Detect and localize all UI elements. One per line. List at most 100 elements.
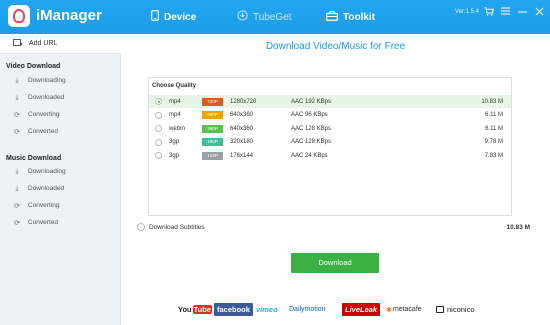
sidebar-item-label: Converting	[28, 202, 60, 209]
sidebar-item-label: Downloading	[28, 77, 66, 84]
download-subtitles-option[interactable]: Download Subtitles	[137, 223, 205, 231]
convert-icon: ⟳	[14, 202, 20, 210]
title-bar: iManager Device TubeGet Toolkit Ver:1.5.…	[0, 0, 550, 34]
quality-resolution: 320x180	[230, 139, 254, 145]
video-download-heading: Video Download	[6, 63, 61, 70]
sidebar-item-label: Downloaded	[28, 185, 65, 192]
niconico-tv-icon	[436, 306, 444, 313]
quality-badge: 180P	[202, 138, 223, 146]
tab-device-label: Device	[164, 11, 197, 23]
quality-audio: AAC 128 KBps	[291, 139, 332, 145]
quality-resolution: 1280x720	[230, 98, 257, 105]
sidebar-item-video-converting[interactable]: ⟳ Converting	[0, 106, 121, 123]
dailymotion-logo: Dailymotion	[289, 306, 326, 313]
quality-badge: 360P	[202, 124, 223, 133]
quality-resolution: 640x360	[230, 112, 254, 118]
tab-toolkit-label: Toolkit	[343, 11, 376, 23]
download-circle-icon	[237, 10, 248, 24]
quality-badge: 360P	[202, 111, 223, 119]
page-title: Download Video/Music for Free	[265, 41, 406, 52]
youtube-logo: You Tube	[178, 303, 212, 316]
quality-size: 6.11 M	[485, 125, 503, 132]
downloaded-icon: ⤓	[15, 93, 19, 101]
sidebar-item-label: Downloading	[28, 168, 66, 175]
quality-row[interactable]: mp4 360P 640x360 AAC 96 KBps 6.11 M	[149, 109, 511, 122]
quality-audio: AAC 192 KBps	[291, 98, 332, 105]
sidebar-item-label: Downloaded	[28, 94, 65, 101]
app-name: iManager	[36, 7, 102, 24]
quality-format: 3gp	[169, 152, 180, 159]
download-icon: ⤓	[15, 76, 19, 84]
quality-format: 3gp	[169, 139, 180, 145]
quality-badge: 720P	[202, 97, 223, 106]
quality-panel: Choose Quality mp4 720P 1280x720 AAC 192 KB…	[148, 77, 512, 216]
quality-resolution: 176x144	[230, 152, 254, 159]
converted-icon: ⟳	[14, 219, 20, 227]
quality-format: mp4	[169, 98, 181, 105]
sidebar-item-music-converted[interactable]: ⟳ Converted	[0, 214, 121, 231]
quality-radio[interactable]	[155, 111, 162, 119]
toolbox-icon	[326, 10, 338, 24]
quality-audio: AAC 96 KBps	[291, 112, 328, 118]
sidebar-item-video-downloading[interactable]: ⤓ Downloading	[0, 72, 121, 89]
sidebar-item-label: Converted	[28, 219, 58, 226]
sidebar: Add URL Video Download ⤓ Downloading ⤓ D…	[0, 34, 121, 325]
phone-icon	[151, 10, 159, 24]
sidebar-item-video-downloaded[interactable]: ⤓ Downloaded	[0, 89, 121, 106]
tab-device[interactable]: Device	[151, 9, 196, 25]
quality-audio: AAC 128 KBps	[291, 125, 332, 132]
music-download-heading: Music Download	[6, 155, 62, 162]
download-icon: ⤓	[15, 167, 19, 175]
app-logo-icon	[8, 5, 30, 27]
tab-tubeget-label: TubeGet	[253, 11, 292, 23]
subtitles-radio[interactable]	[137, 223, 145, 231]
close-icon[interactable]	[533, 7, 545, 19]
menu-icon[interactable]	[499, 7, 511, 19]
sidebar-item-music-downloaded[interactable]: ⤓ Downloaded	[0, 180, 121, 197]
facebook-logo: facebook	[214, 303, 253, 316]
total-size: 10.83 M	[506, 224, 531, 231]
add-link-icon	[13, 38, 23, 49]
version-label: Ver:1.5.4	[455, 9, 480, 15]
quality-size: 10.83 M	[481, 98, 503, 105]
metacafe-text: metacafe	[392, 306, 422, 313]
quality-row[interactable]: 3gp 180P 320x180 AAC 128 KBps 9.78 M	[149, 136, 511, 149]
quality-row[interactable]: 3gp 144P 176x144 AAC 24 KBps 7.83 M	[149, 149, 511, 162]
sidebar-item-music-downloading[interactable]: ⤓ Downloading	[0, 163, 121, 180]
sidebar-item-music-converting[interactable]: ⟳ Converting	[0, 197, 121, 214]
quality-radio[interactable]	[155, 152, 162, 159]
subtitles-label: Download Subtitles	[149, 223, 205, 231]
converted-icon: ⟳	[14, 128, 20, 136]
tab-toolkit[interactable]: Toolkit	[326, 9, 375, 25]
minimize-icon[interactable]	[516, 7, 528, 19]
downloaded-icon: ⤓	[15, 184, 19, 192]
sidebar-item-video-converted[interactable]: ⟳ Converted	[0, 123, 121, 140]
quality-resolution: 640x360	[230, 125, 254, 132]
quality-row[interactable]: mp4 720P 1280x720 AAC 192 KBps 10.83 M	[149, 95, 511, 108]
quality-size: 6.11 M	[485, 112, 503, 118]
quality-size: 7.83 M	[484, 152, 503, 159]
metacafe-logo: ✱ metacafe	[386, 303, 422, 316]
sidebar-item-label: Converting	[28, 111, 60, 118]
quality-size: 9.78 M	[484, 139, 503, 145]
quality-row[interactable]: webm 360P 640x360 AAC 128 KBps 6.11 M	[149, 122, 511, 135]
add-url-button[interactable]: Add URL	[0, 34, 121, 54]
convert-icon: ⟳	[14, 111, 20, 119]
metacafe-mark-icon: ✱	[386, 306, 392, 314]
vimeo-logo: vimeo	[256, 305, 278, 314]
tab-tubeget[interactable]: TubeGet	[237, 9, 292, 25]
quality-radio[interactable]	[155, 125, 162, 132]
cart-icon[interactable]	[483, 7, 495, 19]
quality-radio[interactable]	[155, 138, 162, 146]
niconico-text: niconico	[447, 305, 475, 314]
quality-format: webm	[169, 125, 186, 132]
supported-sites: You Tube facebook vimeo Dailymotion LiveL…	[150, 303, 530, 317]
add-url-label: Add URL	[29, 40, 58, 47]
quality-radio[interactable]	[155, 98, 162, 105]
download-button[interactable]: Download	[291, 253, 379, 273]
youtube-tube-text: Tube	[192, 305, 212, 314]
liveleak-logo: LiveLeak	[342, 303, 381, 316]
youtube-you-text: You	[178, 305, 192, 314]
quality-badge: 144P	[202, 151, 223, 160]
quality-audio: AAC 24 KBps	[291, 152, 328, 159]
